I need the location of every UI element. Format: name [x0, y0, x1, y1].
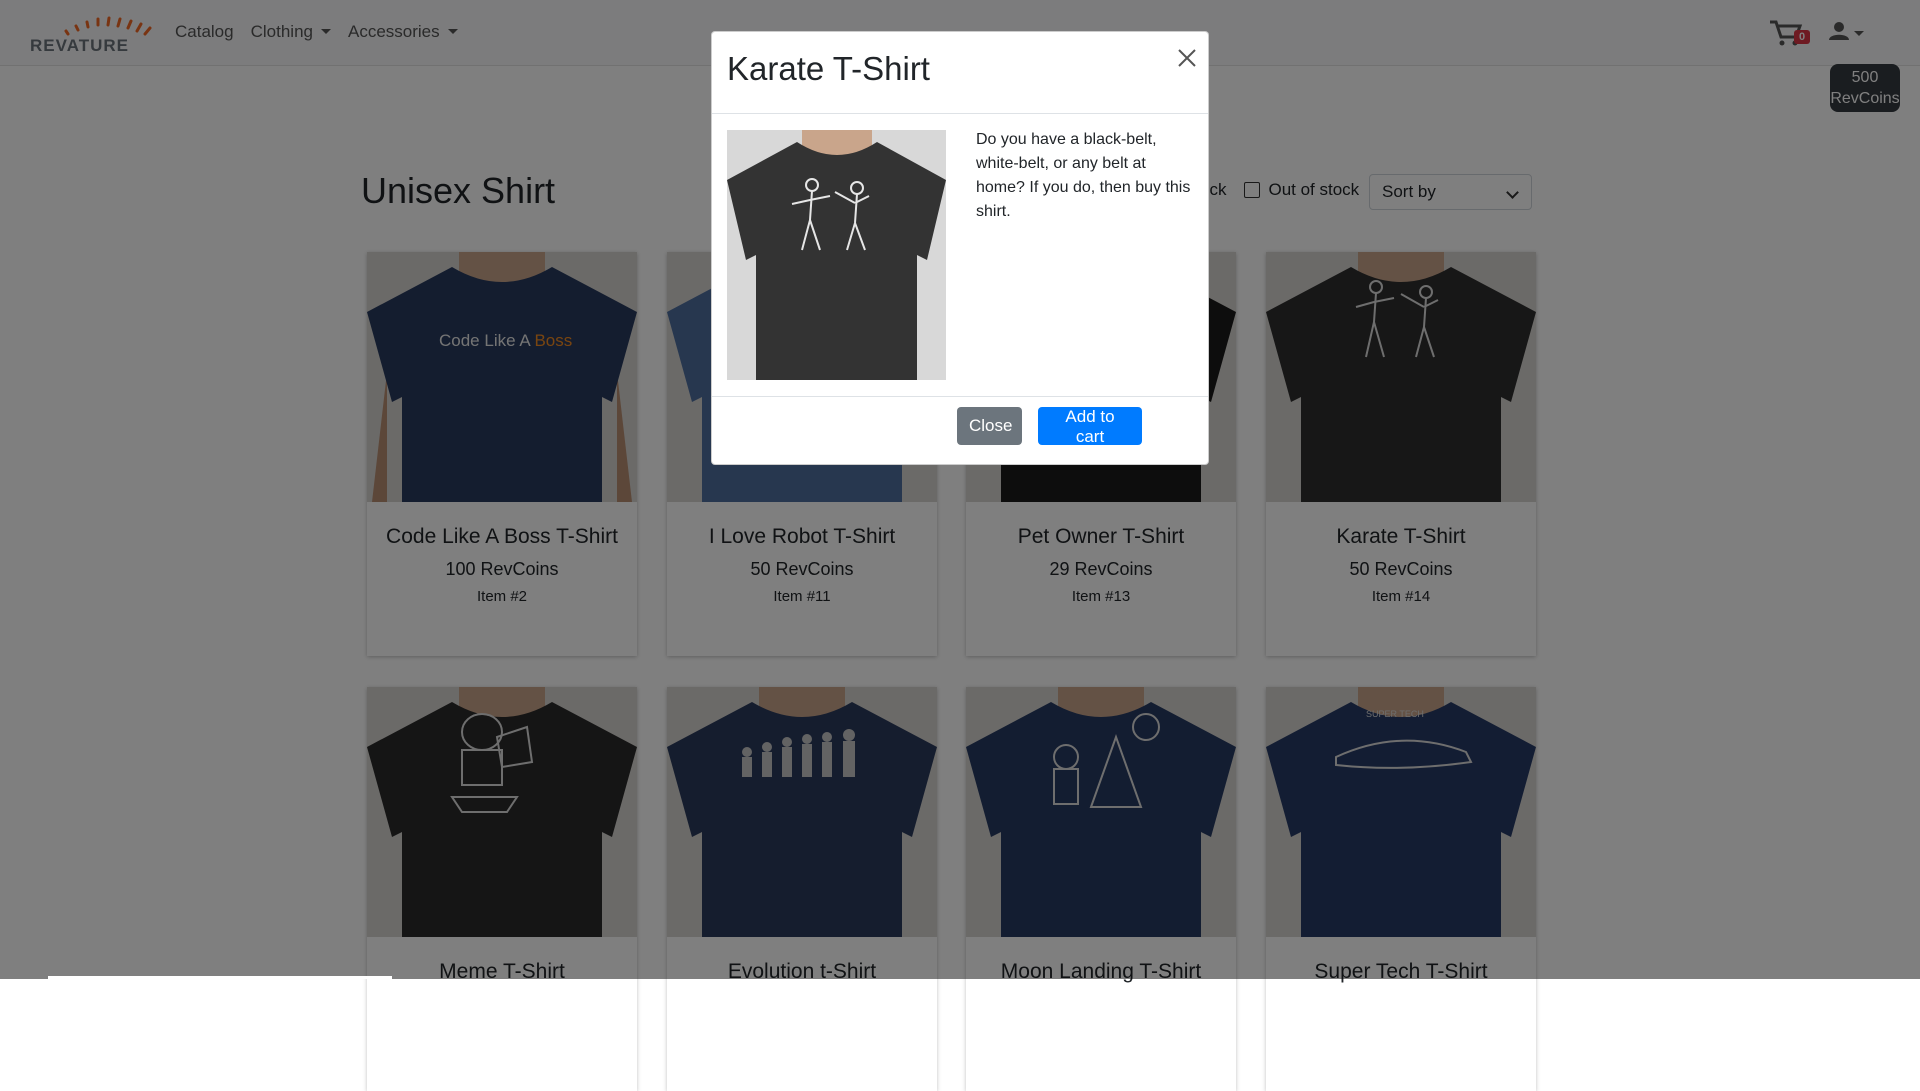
modal-title: Karate T-Shirt — [727, 50, 930, 87]
modal-body: Do you have a black-belt, white-belt, or… — [712, 114, 1208, 397]
modal-product-image — [727, 130, 946, 380]
karate-tshirt-image — [727, 130, 946, 380]
product-modal: Karate T-Shirt Do you have a black-belt,… — [711, 31, 1209, 465]
close-button[interactable]: Close — [957, 407, 1022, 445]
add-to-cart-button[interactable]: Add to cart — [1038, 407, 1142, 446]
modal-header: Karate T-Shirt — [712, 32, 1208, 114]
close-icon[interactable] — [1175, 46, 1199, 70]
modal-description: Do you have a black-belt, white-belt, or… — [976, 131, 1191, 220]
